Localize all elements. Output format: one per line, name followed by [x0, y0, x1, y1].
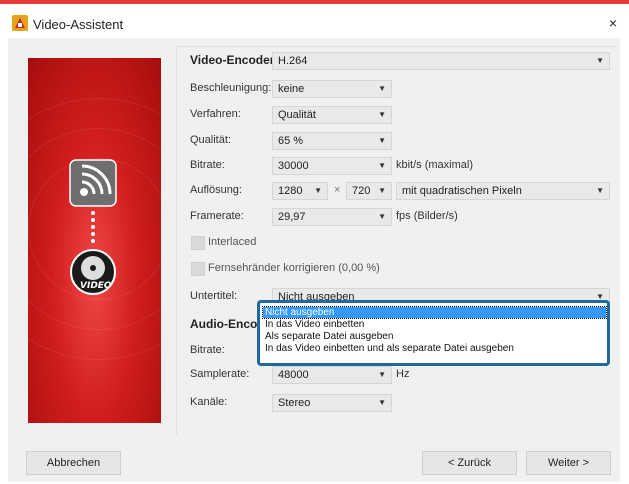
- video-bitrate-select[interactable]: 30000 ▼: [272, 157, 392, 175]
- channels-select[interactable]: Stereo ▼: [272, 394, 392, 412]
- resolution-width-select[interactable]: 1280 ▼: [272, 182, 328, 200]
- samplerate-value: 48000: [278, 369, 309, 381]
- acceleration-label: Beschleunigung:: [190, 82, 272, 94]
- title-bar: Video-Assistent ×: [0, 4, 629, 38]
- samplerate-select[interactable]: 48000 ▼: [272, 366, 392, 384]
- dialog-body: VIDEO Video-Encoder: H.264 ▼ Beschleunig…: [8, 38, 620, 482]
- resolution-height-select[interactable]: 720 ▼: [346, 182, 392, 200]
- chevron-down-icon: ▼: [378, 136, 386, 145]
- video-bitrate-value: 30000: [278, 160, 309, 172]
- framerate-label: Framerate:: [190, 210, 244, 222]
- chevron-down-icon: ▼: [378, 110, 386, 119]
- channels-label: Kanäle:: [190, 396, 228, 408]
- chevron-down-icon: ▼: [378, 212, 386, 221]
- subtitle-dropdown-list: Nicht ausgeben In das Video einbetten Al…: [257, 300, 610, 366]
- video-encoder-select[interactable]: H.264 ▼: [272, 52, 610, 70]
- tv-edges-checkbox[interactable]: [191, 262, 205, 276]
- acceleration-value: keine: [278, 83, 305, 95]
- cancel-button[interactable]: Abbrechen: [26, 451, 121, 475]
- audio-bitrate-label: Bitrate:: [190, 344, 225, 356]
- next-button[interactable]: Weiter >: [526, 451, 611, 475]
- samplerate-unit: Hz: [396, 368, 410, 380]
- chevron-down-icon: ▼: [378, 161, 386, 170]
- connector-dots: [91, 211, 95, 243]
- window-title: Video-Assistent: [33, 17, 124, 32]
- method-value: Qualität: [278, 109, 316, 121]
- method-select[interactable]: Qualität ▼: [272, 106, 392, 124]
- chevron-down-icon: ▼: [378, 398, 386, 407]
- chevron-down-icon: ▼: [378, 84, 386, 93]
- resolution-times: ×: [334, 184, 341, 196]
- chevron-down-icon: ▼: [378, 370, 386, 379]
- tv-edges-label: Fernsehränder korrigieren (0,00 %): [208, 262, 380, 274]
- wizard-banner-image: VIDEO: [28, 58, 161, 423]
- video-encoder-value: H.264: [278, 55, 308, 67]
- subtitle-option-separate-file[interactable]: Als separate Datei ausgeben: [263, 331, 606, 342]
- video-encoder-label: Video-Encoder:: [190, 53, 279, 67]
- framerate-select[interactable]: 29,97 ▼: [272, 208, 392, 226]
- subtitle-option-embed-and-file[interactable]: In das Video einbetten und als separate …: [263, 343, 606, 354]
- acceleration-select[interactable]: keine ▼: [272, 80, 392, 98]
- video-bitrate-unit: kbit/s (maximal): [396, 159, 474, 171]
- samplerate-label: Samplerate:: [190, 368, 250, 380]
- app-icon: [12, 15, 28, 31]
- chevron-down-icon: ▼: [378, 186, 386, 195]
- subtitle-label: Untertitel:: [190, 290, 238, 302]
- quality-label: Qualität:: [190, 134, 231, 146]
- chevron-down-icon: ▼: [596, 186, 604, 195]
- video-label: VIDEO: [80, 281, 112, 291]
- pixel-aspect-select[interactable]: mit quadratischen Pixeln ▼: [396, 182, 610, 200]
- framerate-unit: fps (Bilder/s): [396, 210, 458, 222]
- interlaced-label: Interlaced: [208, 236, 257, 248]
- pixel-aspect-value: mit quadratischen Pixeln: [402, 185, 522, 197]
- video-bitrate-label: Bitrate:: [190, 159, 225, 171]
- framerate-value: 29,97: [278, 211, 306, 223]
- chevron-down-icon: ▼: [314, 186, 322, 195]
- method-label: Verfahren:: [190, 108, 241, 120]
- back-button[interactable]: < Zurück: [422, 451, 517, 475]
- resolution-width-value: 1280: [278, 185, 303, 197]
- chevron-down-icon: ▼: [596, 56, 604, 65]
- resolution-label: Auflösung:: [190, 184, 242, 196]
- close-icon[interactable]: ×: [609, 15, 617, 31]
- resolution-height-value: 720: [352, 185, 371, 197]
- broadcast-icon: [69, 159, 117, 207]
- quality-value: 65 %: [278, 135, 304, 147]
- quality-select[interactable]: 65 % ▼: [272, 132, 392, 150]
- subtitle-option-none[interactable]: Nicht ausgeben: [262, 306, 607, 319]
- interlaced-checkbox[interactable]: [191, 236, 205, 250]
- subtitle-option-embed[interactable]: In das Video einbetten: [263, 319, 606, 330]
- channels-value: Stereo: [278, 397, 311, 409]
